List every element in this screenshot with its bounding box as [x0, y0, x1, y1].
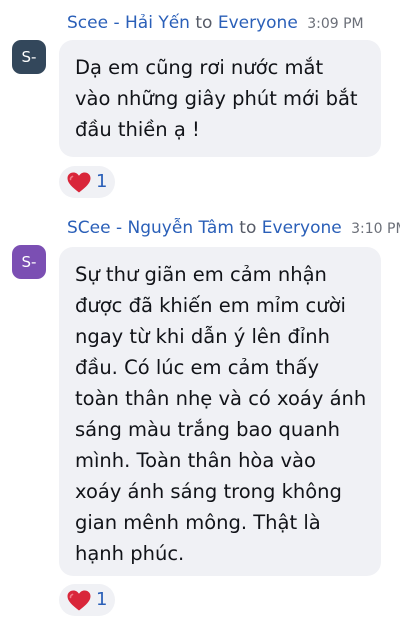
- message-time: 3:10 PM: [351, 221, 400, 237]
- message-header: SCee - Nguyễn Tâm to Everyone 3:10 PM: [67, 217, 400, 240]
- message-bubble: Sự thư giãn em cảm nhận được đã khiến em…: [59, 247, 381, 576]
- heart-icon: [67, 172, 91, 193]
- avatar[interactable]: S-: [12, 40, 46, 74]
- message-text-line: sáng màu trắng bao quanh: [75, 418, 340, 441]
- sender-name[interactable]: Scee - Hải Yến: [67, 13, 190, 33]
- reaction-button[interactable]: 1: [59, 584, 115, 616]
- message-header: Scee - Hải Yến to Everyone 3:09 PM: [67, 12, 364, 35]
- message-text-line: xoáy ánh sáng trong không: [75, 480, 342, 503]
- message-text-line: mình. Toàn thân hòa vào: [75, 449, 316, 472]
- message-text-line: được đã khiến em mỉm cười: [75, 294, 346, 317]
- reaction-button[interactable]: 1: [59, 166, 115, 198]
- message-text-line: vào những giây phút mới bắt: [75, 87, 358, 110]
- message-bubble: Dạ em cũng rơi nước mắt vào những giây p…: [59, 40, 381, 157]
- to-label: to: [195, 13, 213, 33]
- message-text-line: đầu. Có lúc em cảm thấy: [75, 356, 320, 379]
- message-text-line: toàn thân nhẹ và có xoáy ánh: [75, 387, 367, 410]
- message-text-line: đầu thiền ạ !: [75, 118, 200, 141]
- message-text-line: gian mênh mông. Thật là: [75, 511, 321, 534]
- recipient-name[interactable]: Everyone: [218, 13, 298, 33]
- message-text-line: ngay từ khi dẫn ý lên đỉnh: [75, 325, 331, 348]
- avatar[interactable]: S-: [12, 245, 46, 279]
- chat-panel: Scee - Hải Yến to Everyone 3:09 PM S- Dạ…: [0, 0, 400, 627]
- reaction-count: 1: [96, 171, 108, 192]
- reaction-count: 1: [96, 589, 108, 610]
- to-label: to: [239, 218, 257, 238]
- message-text-line: Dạ em cũng rơi nước mắt: [75, 56, 324, 79]
- sender-name[interactable]: SCee - Nguyễn Tâm: [67, 218, 234, 238]
- message-time: 3:09 PM: [307, 16, 364, 32]
- message-text-line: hạnh phúc.: [75, 542, 185, 565]
- message-text-line: Sự thư giãn em cảm nhận: [75, 263, 327, 286]
- recipient-name[interactable]: Everyone: [262, 218, 342, 238]
- heart-icon: [67, 590, 91, 611]
